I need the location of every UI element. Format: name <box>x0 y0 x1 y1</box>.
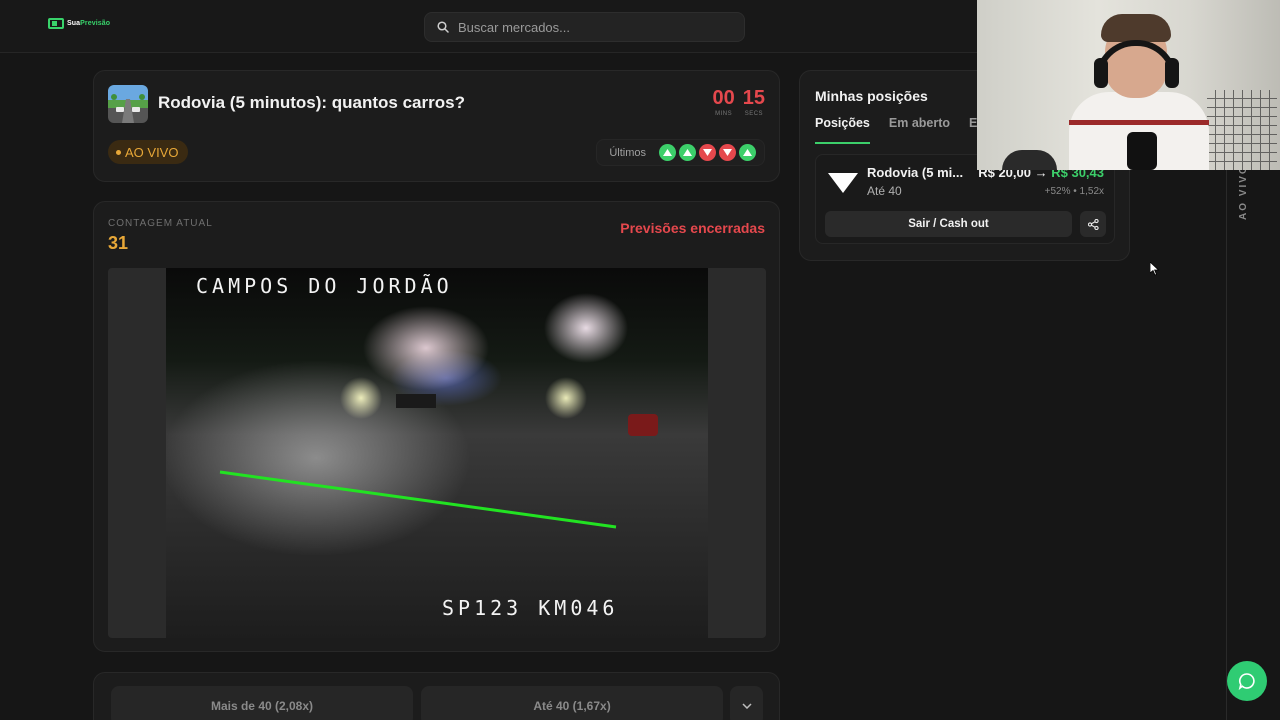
search-icon <box>437 21 449 33</box>
tab-open[interactable]: Em aberto <box>889 116 950 144</box>
result-up-icon <box>659 144 676 161</box>
traffic-camera-feed: CAMPOS DO JORDÃO SP123 KM046 <box>166 268 708 638</box>
share-icon <box>1087 218 1099 230</box>
count-line <box>219 394 658 529</box>
mouse-cursor-icon <box>1150 262 1160 276</box>
predictions-closed-status: Previsões encerradas <box>620 220 765 236</box>
down-triangle-icon <box>828 173 858 193</box>
chat-support-button[interactable] <box>1227 661 1267 701</box>
market-header-card: Rodovia (5 minutos): quantos carros? 00 … <box>93 70 780 182</box>
chat-bubble-icon <box>1238 673 1255 690</box>
search-input[interactable] <box>458 19 718 35</box>
result-up-icon <box>679 144 696 161</box>
bet-up-to-40-button[interactable]: Até 40 (1,67x) <box>421 686 723 720</box>
video-player[interactable]: CAMPOS DO JORDÃO SP123 KM046 <box>108 268 766 638</box>
timer-minutes: 00 MINS <box>712 87 735 117</box>
share-button[interactable] <box>1080 211 1106 237</box>
live-rail-label[interactable]: AO VIVO <box>1238 164 1249 220</box>
countdown-timer: 00 MINS 15 SECS <box>713 87 766 117</box>
highway-thumbnail-icon <box>111 94 145 123</box>
result-down-icon <box>699 144 716 161</box>
live-stream-card: CONTAGEM ATUAL 31 Previsões encerradas C… <box>93 201 780 652</box>
rail-divider <box>1226 170 1227 720</box>
market-title: Rodovia (5 minutos): quantos carros? <box>158 93 465 112</box>
chevron-down-icon <box>741 703 752 709</box>
live-dot-icon <box>116 149 121 155</box>
more-options-button[interactable] <box>730 686 763 720</box>
live-status-badge: AO VIVO <box>108 140 189 164</box>
camera-location-caption: CAMPOS DO JORDÃO <box>196 274 453 298</box>
market-thumbnail[interactable] <box>108 85 148 123</box>
bet-over-40-button[interactable]: Mais de 40 (2,08x) <box>111 686 413 720</box>
positions-title: Minhas posições <box>815 88 928 104</box>
brand-name: SuaPrevisão <box>67 20 111 27</box>
current-count-label: CONTAGEM ATUAL <box>108 218 213 229</box>
cashout-button[interactable]: Sair / Cash out <box>825 211 1072 237</box>
current-count-value: 31 <box>108 233 129 253</box>
positions-tabs: Posições Em aberto E <box>815 116 977 144</box>
logo-icon <box>48 18 64 29</box>
brand-logo[interactable]: SuaPrevisão <box>48 18 110 29</box>
position-market-name: Rodovia (5 mi... <box>867 165 964 180</box>
timer-seconds: 15 SECS <box>742 87 765 117</box>
position-outcome: Até 40 <box>867 184 902 198</box>
position-return-meta: +52% • 1,52x <box>1044 186 1104 197</box>
bet-options-card: Mais de 40 (2,08x) Até 40 (1,67x) <box>93 672 780 720</box>
result-down-icon <box>719 144 736 161</box>
recent-results: Últimos <box>596 139 765 166</box>
tab-positions[interactable]: Posições <box>815 116 870 144</box>
result-up-icon <box>739 144 756 161</box>
camera-road-caption: SP123 KM046 <box>442 596 619 620</box>
microphone-icon <box>1127 132 1157 170</box>
webcam-overlay <box>977 0 1280 170</box>
search-bar[interactable] <box>424 12 745 42</box>
